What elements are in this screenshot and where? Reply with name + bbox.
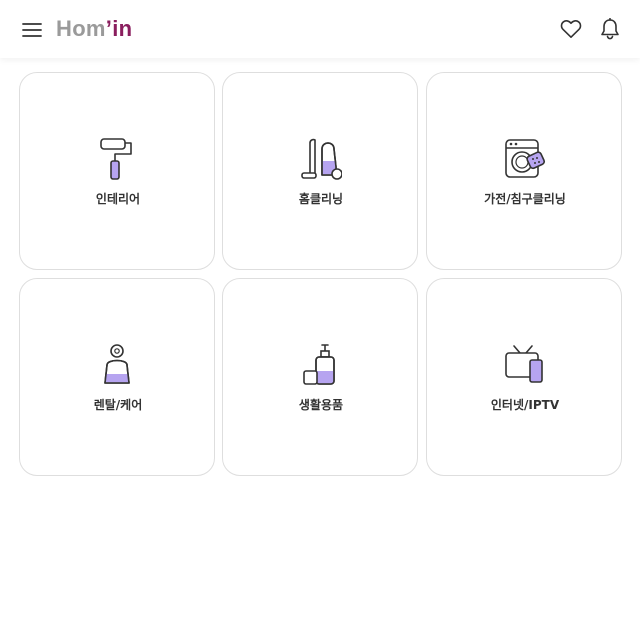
tv-phone-icon [505, 345, 543, 383]
category-label: 인터넷/IPTV [490, 398, 560, 412]
paint-roller-icon [100, 138, 132, 180]
category-card-internet-iptv[interactable]: 인터넷/IPTV [426, 278, 622, 476]
logo-text-brand: ’in [105, 16, 133, 41]
heart-icon [560, 20, 582, 38]
category-label: 가전/침구클리닝 [484, 192, 566, 206]
app-header: Hom’in [0, 0, 640, 58]
category-label: 렌탈/케어 [93, 398, 143, 412]
category-card-interior[interactable]: 인테리어 [19, 72, 215, 270]
lotion-bottle-icon [303, 344, 335, 385]
notification-button[interactable] [594, 13, 626, 45]
vacuum-cleaner-icon [301, 138, 342, 180]
category-label: 인테리어 [95, 192, 141, 206]
category-card-household-goods[interactable]: 생활용품 [222, 278, 418, 476]
category-card-rental-care[interactable]: 렌탈/케어 [19, 278, 215, 476]
hamburger-menu-icon [22, 23, 42, 37]
washing-machine-icon [505, 139, 546, 178]
menu-button[interactable] [16, 14, 48, 46]
app-logo[interactable]: Hom’in [56, 14, 132, 44]
water-purifier-icon [104, 344, 130, 384]
wishlist-button[interactable] [555, 13, 587, 45]
category-label: 홈클리닝 [298, 192, 344, 206]
logo-text-gray: Hom [56, 16, 106, 41]
category-card-appliance-cleaning[interactable]: 가전/침구클리닝 [426, 72, 622, 270]
category-label: 생활용품 [298, 398, 344, 412]
category-card-home-cleaning[interactable]: 홈클리닝 [222, 72, 418, 270]
bell-icon [601, 18, 619, 40]
